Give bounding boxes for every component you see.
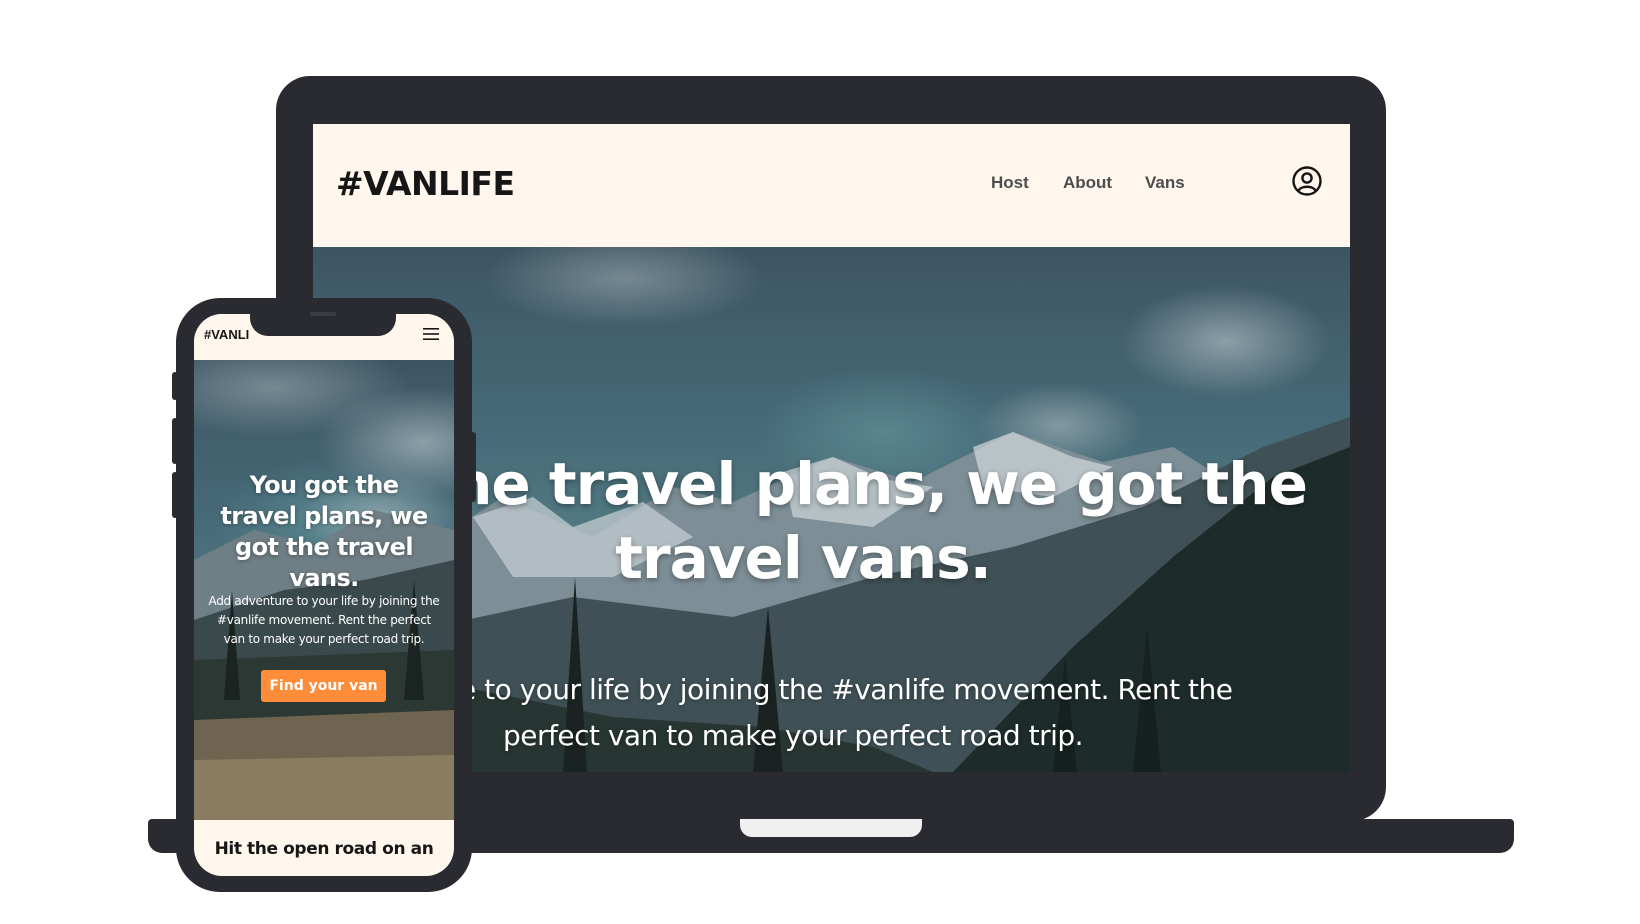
nav-link-host[interactable]: Host: [991, 173, 1029, 193]
hamburger-menu-icon[interactable]: [423, 327, 439, 341]
phone-section-heading: Hit the open road on an: [214, 839, 434, 859]
phone-hero-title: You got the travel plans, we got the tra…: [220, 471, 428, 592]
phone-hero-subtitle: Add adventure to your life by joining th…: [208, 594, 440, 646]
phone-speaker: [310, 312, 336, 316]
laptop-trackpad-notch: [740, 819, 922, 837]
site-logo[interactable]: #VANLIFE: [336, 164, 515, 203]
phone-notch: [250, 306, 396, 336]
nav-link-about[interactable]: About: [1063, 173, 1112, 193]
site-header: #VANLIFE Host About Vans: [313, 124, 1350, 247]
phone-hero-banner: You got the travel plans, we got the tra…: [194, 360, 454, 820]
nav-link-vans[interactable]: Vans: [1145, 173, 1185, 193]
phone-site-logo[interactable]: #VANLI: [204, 327, 249, 342]
find-your-van-button[interactable]: Find your van: [261, 670, 386, 702]
phone-screen: #VANLI You got the travel plans, we got …: [194, 314, 454, 876]
user-circle-icon[interactable]: [1292, 166, 1322, 196]
